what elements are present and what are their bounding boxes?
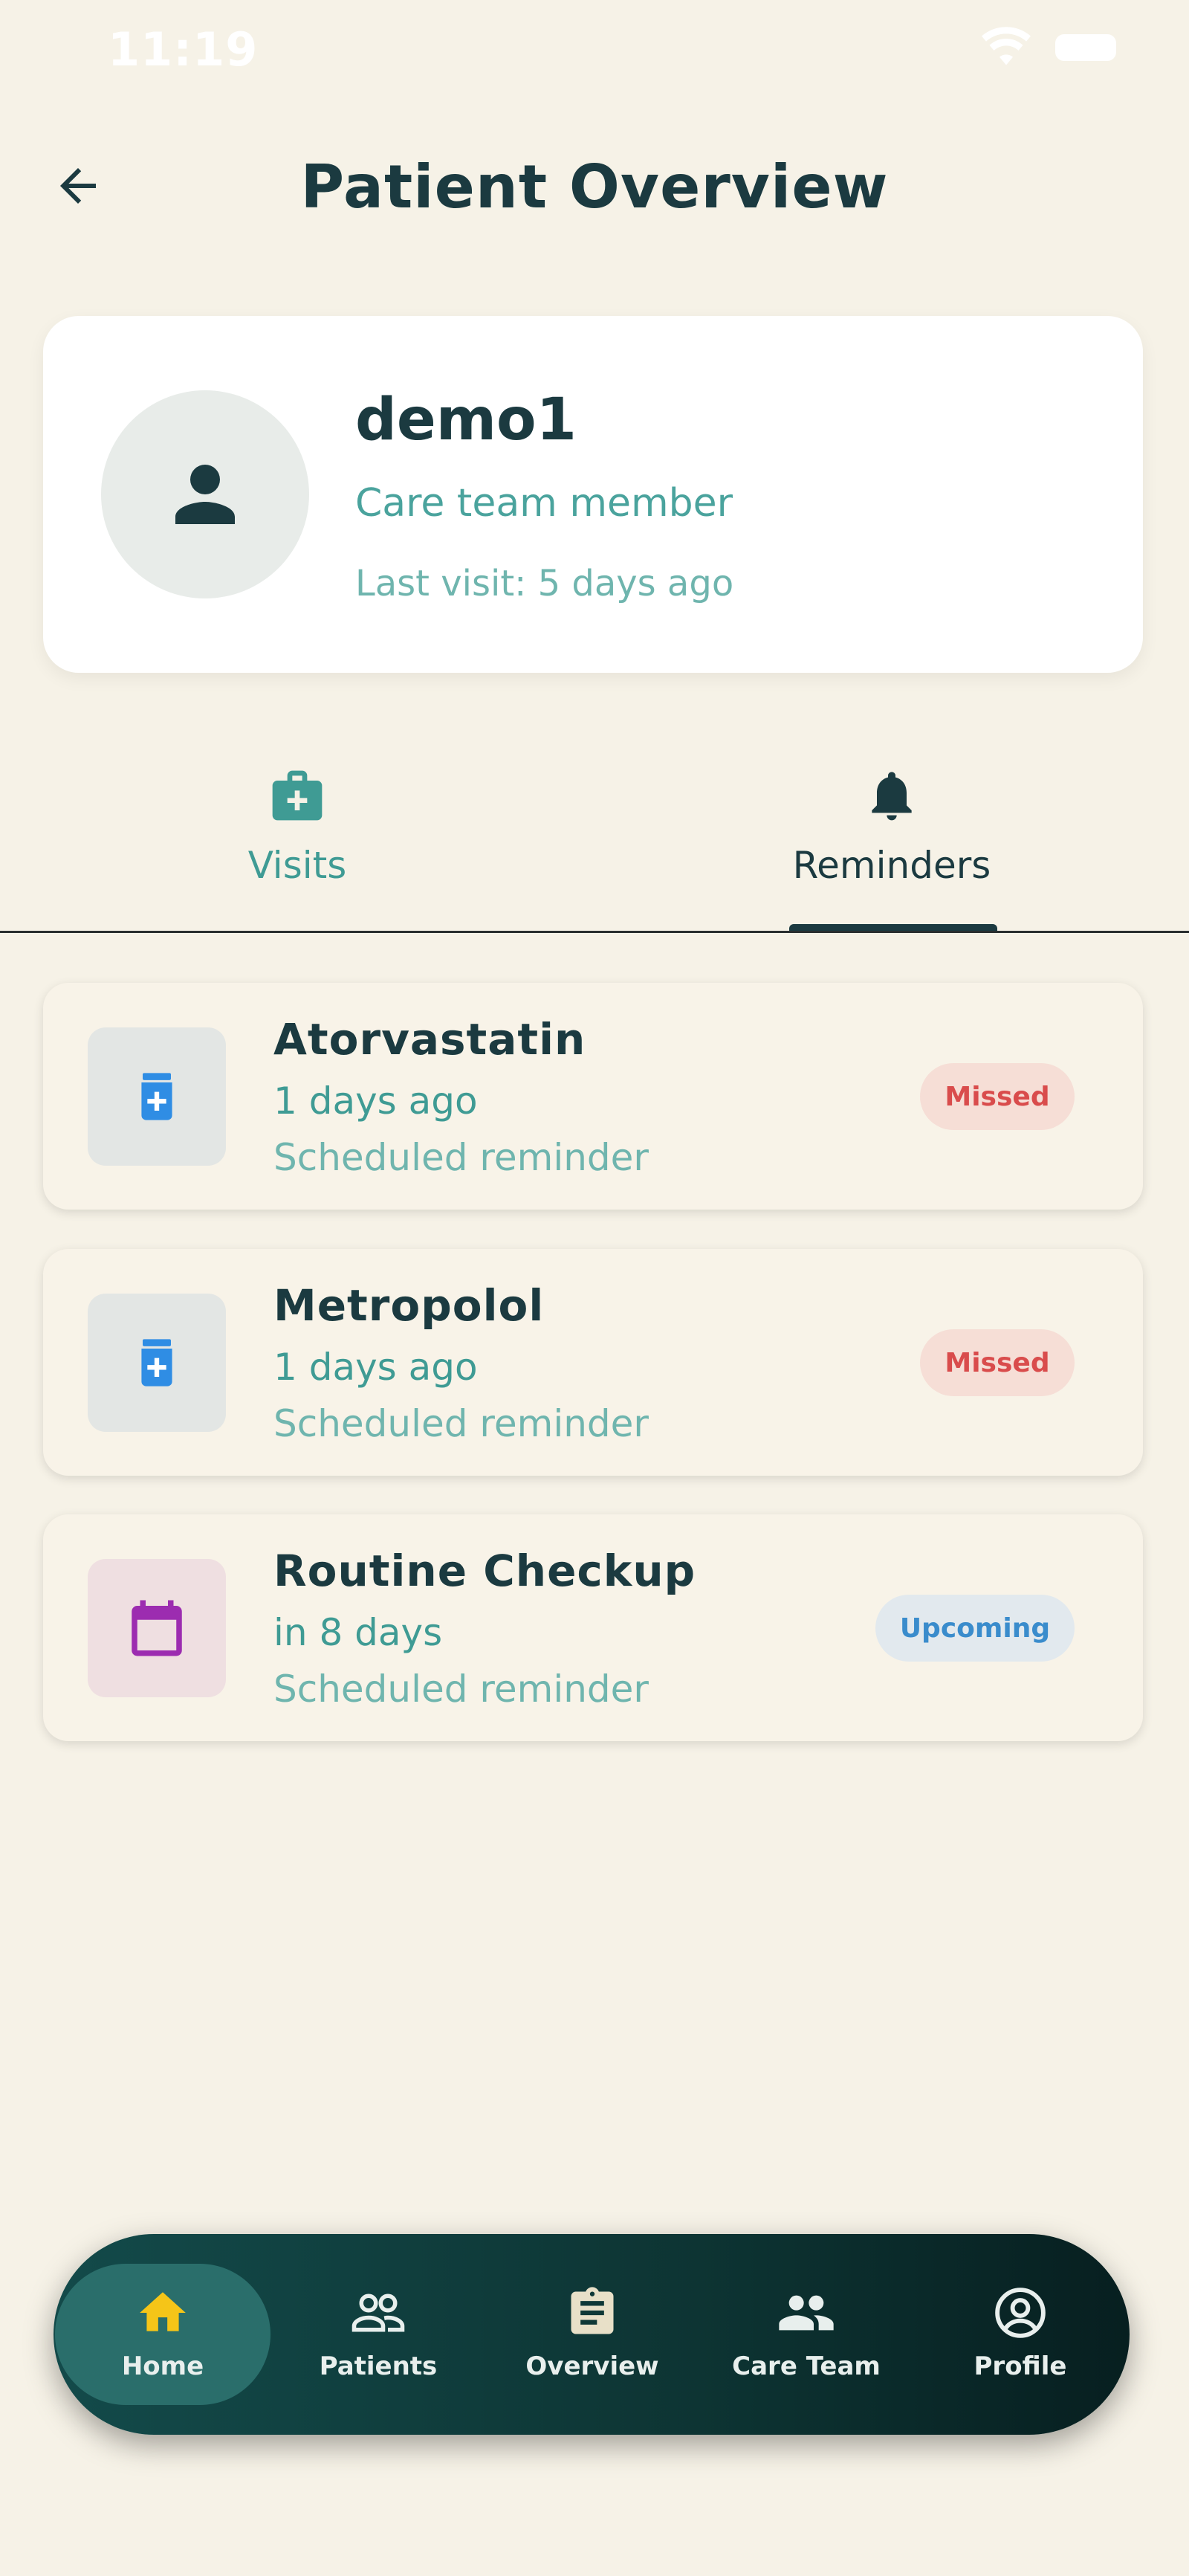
nav-home-label: Home [121,2351,204,2381]
calendar-icon [132,1600,182,1656]
app-screen: 11:19 Patient Overview demo1 Care team m… [0,0,1189,2576]
group-icon [777,2283,836,2343]
tab-visits-label: Visits [247,844,347,887]
status-time: 11:19 [108,22,259,77]
nav-overview[interactable]: Overview [485,2264,700,2405]
battery-icon [1055,34,1116,61]
medication-icon [141,1339,172,1387]
nav-care-team[interactable]: Care Team [699,2264,914,2405]
tab-visits[interactable]: Visits [0,751,594,933]
person-icon [175,465,235,524]
reminder-icon-box [88,1294,226,1432]
wifi-icon [982,27,1031,65]
tab-reminders-label: Reminders [792,844,991,887]
nav-patients-label: Patients [319,2351,438,2381]
nav-profile[interactable]: Profile [913,2264,1128,2405]
tabs-divider [0,931,1189,933]
tab-bar: Visits Reminders [0,751,1189,933]
reminder-card-metropolol[interactable]: Metropolol 1 days ago Scheduled reminder… [43,1249,1143,1476]
bottom-navigation: Home Patients Overview Care Team Profile [54,2234,1130,2435]
account-circle-icon [991,2283,1050,2343]
nav-profile-label: Profile [973,2351,1067,2381]
patient-name: demo1 [355,387,577,453]
tab-reminders[interactable]: Reminders [594,751,1189,933]
status-badge: Missed [920,1063,1075,1130]
reminder-title: Routine Checkup [273,1546,696,1596]
nav-care-team-label: Care Team [732,2351,881,2381]
nav-home[interactable]: Home [55,2264,270,2405]
page-title: Patient Overview [300,152,889,222]
nav-patients[interactable]: Patients [270,2264,486,2405]
reminder-subtitle: Scheduled reminder [273,1402,649,1445]
reminder-title: Metropolol [273,1280,545,1331]
reminder-icon-box [88,1559,226,1697]
clipboard-icon [563,2283,622,2343]
home-icon [133,2283,192,2343]
patient-card: demo1 Care team member Last visit: 5 day… [43,316,1143,673]
medical-kit-icon [268,766,327,825]
medication-icon [141,1073,172,1120]
reminder-card-routine-checkup[interactable]: Routine Checkup in 8 days Scheduled remi… [43,1514,1143,1741]
patient-last-visit: Last visit: 5 days ago [355,563,734,604]
status-badge: Upcoming [875,1595,1075,1662]
reminder-icon-box [88,1027,226,1166]
reminder-title: Atorvastatin [273,1014,586,1065]
bell-icon [862,766,921,825]
status-badge: Missed [920,1329,1075,1396]
status-bar: 11:19 [0,0,1189,97]
nav-overview-label: Overview [525,2351,659,2381]
patients-icon [349,2283,408,2343]
avatar [101,390,309,598]
reminder-card-atorvastatin[interactable]: Atorvastatin 1 days ago Scheduled remind… [43,983,1143,1210]
reminder-time: in 8 days [273,1611,443,1654]
reminder-subtitle: Scheduled reminder [273,1136,649,1179]
reminder-time: 1 days ago [273,1079,478,1123]
reminder-subtitle: Scheduled reminder [273,1668,649,1711]
reminder-time: 1 days ago [273,1346,478,1389]
patient-role: Care team member [355,481,733,526]
